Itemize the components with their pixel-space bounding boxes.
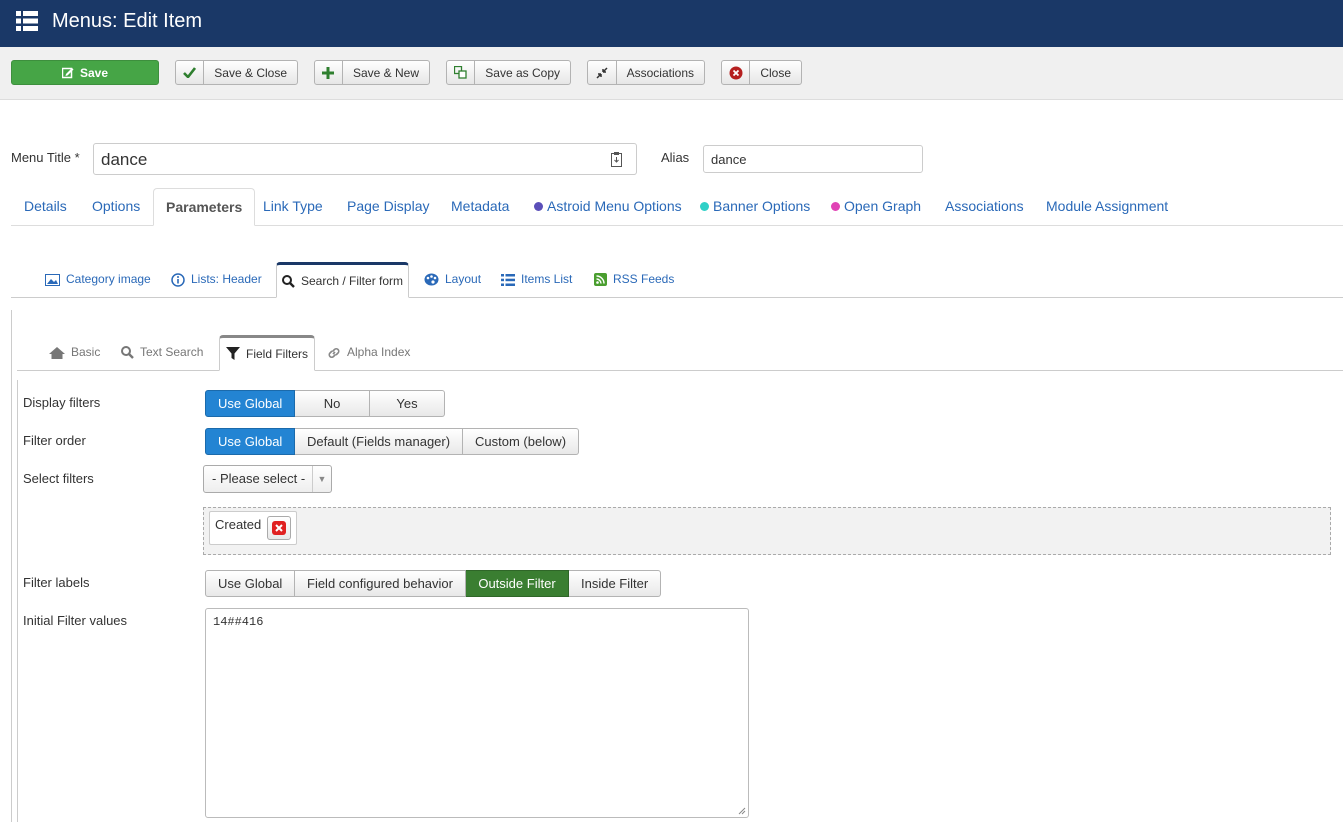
save-new-button[interactable]: Save & New: [314, 60, 430, 85]
subtab-category-image[interactable]: Category image: [45, 262, 151, 297]
chevron-down-icon: ▼: [312, 466, 331, 492]
edit-icon: [61, 61, 74, 84]
ttab-basic[interactable]: Basic: [49, 335, 100, 370]
filter-order-default[interactable]: Default (Fields manager): [295, 428, 463, 455]
check-icon: [176, 61, 205, 84]
filter-order-custom[interactable]: Custom (below): [463, 428, 579, 455]
display-filters-label: Display filters: [23, 395, 101, 410]
associations-button[interactable]: Associations: [587, 60, 705, 85]
menu-title-label: Menu Title *: [11, 150, 80, 165]
filter-order-group: Use Global Default (Fields manager) Cust…: [205, 428, 579, 455]
menu-title-input[interactable]: dance: [93, 143, 637, 175]
ttab-text-search[interactable]: Text Search: [121, 335, 203, 370]
image-icon: [45, 273, 60, 286]
tab-details[interactable]: Details: [24, 188, 67, 225]
tab-metadata[interactable]: Metadata: [451, 188, 509, 225]
alias-label: Alias: [661, 150, 690, 165]
remove-chip-button[interactable]: [267, 516, 292, 540]
resize-handle-icon[interactable]: [738, 807, 746, 815]
tab-banner-options[interactable]: Banner Options: [700, 188, 810, 225]
search-icon: [121, 346, 134, 359]
toolbar: Save Save & Close Save & New Save as Cop…: [0, 47, 1343, 100]
dot-icon: [700, 202, 709, 211]
selected-filters-box: Created: [203, 507, 1331, 555]
save-button[interactable]: Save: [11, 60, 159, 85]
filter-labels-field-configured[interactable]: Field configured behavior: [295, 570, 466, 597]
filter-order-label: Filter order: [23, 433, 86, 448]
remove-icon: [272, 521, 287, 535]
subtab-lists-header[interactable]: Lists: Header: [171, 262, 262, 297]
display-filters-yes[interactable]: Yes: [370, 390, 445, 417]
filter-labels-outside[interactable]: Outside Filter: [466, 570, 569, 597]
filter-labels-group: Use Global Field configured behavior Out…: [205, 570, 661, 597]
info-icon: [171, 272, 185, 287]
tab-parameters[interactable]: Parameters: [153, 188, 256, 226]
filter-chip: Created: [209, 511, 298, 545]
ttab-alpha-index[interactable]: Alpha Index: [327, 335, 410, 370]
subtab-layout[interactable]: Layout: [424, 262, 481, 297]
initial-filter-values-label: Initial Filter values: [23, 613, 128, 628]
subtab-items-list[interactable]: Items List: [501, 262, 572, 297]
palette-icon: [424, 273, 439, 286]
panel-border: [17, 380, 18, 822]
header-bar: Menus: Edit Item: [0, 0, 1343, 47]
filter-labels-inside[interactable]: Inside Filter: [569, 570, 661, 597]
search-icon: [282, 274, 295, 288]
tab-link-type[interactable]: Link Type: [263, 188, 323, 225]
tab-associations[interactable]: Associations: [945, 188, 1024, 225]
list-icon: [501, 273, 515, 286]
save-close-button[interactable]: Save & Close: [175, 60, 298, 85]
clipboard-icon: [611, 152, 622, 167]
link-icon: [328, 347, 340, 358]
tab-open-graph[interactable]: Open Graph: [831, 188, 921, 225]
list-icon: [16, 11, 38, 31]
close-button[interactable]: Close: [721, 60, 802, 85]
tab-astroid-menu-options[interactable]: Astroid Menu Options: [534, 188, 682, 225]
alias-input[interactable]: dance: [703, 145, 923, 173]
dot-icon: [534, 202, 543, 211]
filter-order-use-global[interactable]: Use Global: [205, 428, 295, 455]
page-title: Menus: Edit Item: [52, 10, 203, 32]
filter-labels-label: Filter labels: [23, 575, 90, 590]
display-filters-use-global[interactable]: Use Global: [205, 390, 295, 417]
subtab-rss-feeds[interactable]: RSS Feeds: [594, 262, 674, 297]
subtab-search-filter-form[interactable]: Search / Filter form: [276, 262, 410, 298]
filter-tabs: Basic Text Search Field Filters Alpha In…: [17, 335, 1343, 371]
display-filters-no[interactable]: No: [295, 390, 370, 417]
save-copy-button[interactable]: Save as Copy: [446, 60, 571, 85]
sub-tabs: Category image Lists: Header Search / Fi…: [11, 262, 1343, 298]
tab-page-display[interactable]: Page Display: [347, 188, 430, 225]
tab-options[interactable]: Options: [92, 188, 140, 225]
panel-border: [11, 310, 12, 822]
display-filters-group: Use Global No Yes: [205, 390, 445, 417]
tab-module-assignment[interactable]: Module Assignment: [1046, 188, 1168, 225]
shrink-icon: [588, 61, 617, 84]
select-filters-label: Select filters: [23, 471, 94, 486]
initial-filter-values-textarea[interactable]: 14##416: [205, 608, 749, 818]
rss-icon: [594, 273, 607, 286]
home-icon: [49, 346, 65, 359]
cancel-icon: [722, 61, 751, 84]
ttab-field-filters[interactable]: Field Filters: [219, 335, 316, 371]
main-tabs: Details Options Parameters Link Type Pag…: [11, 188, 1343, 226]
filter-labels-use-global[interactable]: Use Global: [205, 570, 295, 597]
select-filters-dropdown[interactable]: - Please select - ▼: [203, 465, 332, 493]
filter-icon: [226, 347, 240, 360]
plus-icon: [315, 61, 343, 84]
dot-icon: [831, 202, 840, 211]
copy-icon: [447, 61, 476, 84]
